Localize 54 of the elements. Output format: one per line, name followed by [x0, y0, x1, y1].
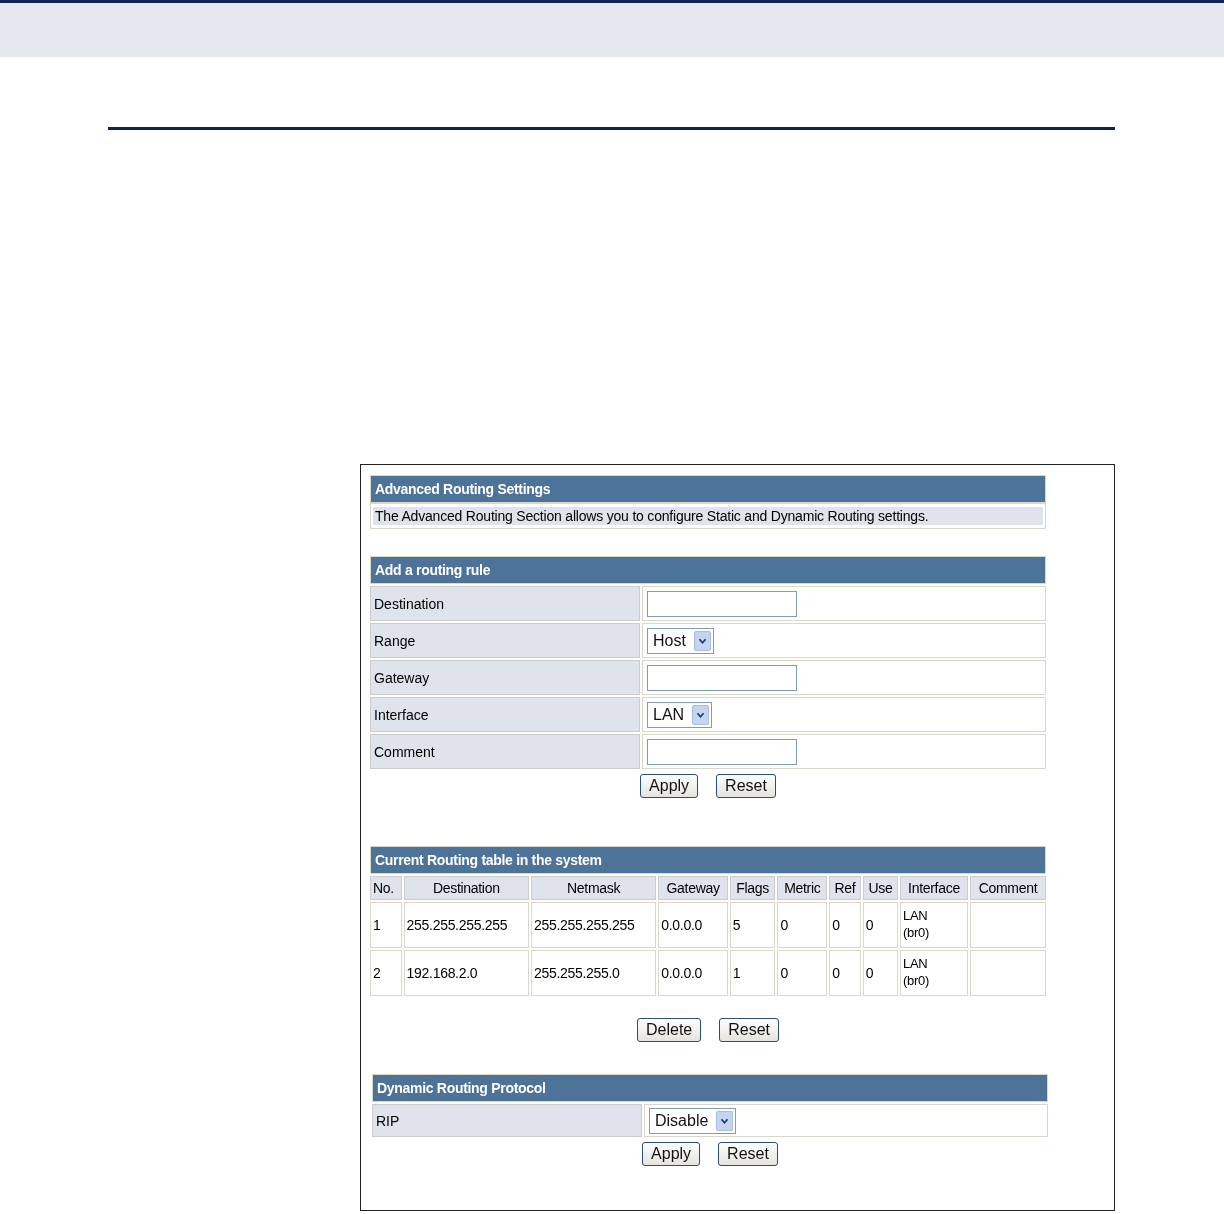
field-label: Interface: [370, 697, 640, 732]
form-button[interactable]: Reset: [716, 774, 776, 798]
field-label: Comment: [370, 734, 640, 769]
table-cell: 1: [370, 902, 402, 948]
table-cell: 0: [777, 902, 828, 948]
table-cell: 0: [862, 950, 899, 996]
field-label: RIP: [372, 1104, 642, 1137]
form-button[interactable]: Apply: [642, 1142, 701, 1166]
description-text: The Advanced Routing Section allows you to configure Static and Dynamic Routing settings.: [373, 507, 1043, 525]
form-button[interactable]: Reset: [718, 1142, 778, 1166]
column-header: Comment: [969, 876, 1046, 900]
field-label: Gateway: [370, 660, 640, 695]
table-cell: 255.255.255.255: [530, 902, 657, 948]
field-label: Destination: [370, 586, 640, 621]
table-cell: 255.255.255.255: [403, 902, 529, 948]
column-header: Flags: [729, 876, 776, 900]
column-header: Ref: [829, 876, 861, 900]
field-label: Range: [370, 623, 640, 658]
select-field[interactable]: LAN: [647, 701, 713, 728]
caret-icon: [692, 704, 710, 725]
select-field[interactable]: Host: [647, 627, 714, 654]
column-header: Destination: [403, 876, 529, 900]
table-cell: 0: [829, 902, 861, 948]
table-cell: 1: [729, 950, 776, 996]
table-cell: 0: [777, 950, 828, 996]
section-header: Advanced Routing Settings: [370, 475, 1046, 503]
form-button[interactable]: Apply: [640, 774, 699, 798]
select-field[interactable]: Disable: [649, 1107, 737, 1134]
table-cell: 192.168.2.0: [403, 950, 529, 996]
form-button[interactable]: Delete: [636, 1018, 702, 1042]
caret-icon: [716, 1110, 734, 1131]
table-cell: 2: [370, 950, 402, 996]
input-field[interactable]: [647, 590, 797, 617]
section-header: Dynamic Routing Protocol: [372, 1074, 1048, 1102]
caret-icon: [693, 630, 711, 651]
table-cell: 0.0.0.0: [658, 950, 728, 996]
table-cell: 0: [862, 902, 899, 948]
column-header: Interface: [900, 876, 968, 900]
input-field[interactable]: [647, 664, 797, 691]
table-cell: 255.255.255.0: [530, 950, 657, 996]
table-cell: 0: [829, 950, 861, 996]
column-header: Use: [862, 876, 899, 900]
section-header: Add a routing rule: [370, 556, 1046, 584]
input-field[interactable]: [647, 738, 797, 765]
section-header: Current Routing table in the system: [370, 846, 1046, 874]
table-cell: LAN (br0): [900, 902, 968, 948]
column-header: Netmask: [530, 876, 657, 900]
table-cell: 5: [729, 902, 776, 948]
column-header: No.: [370, 876, 402, 900]
form-button[interactable]: Reset: [719, 1018, 779, 1042]
table-cell: 0.0.0.0: [658, 902, 728, 948]
column-header: Metric: [777, 876, 828, 900]
table-cell: LAN (br0): [900, 950, 968, 996]
column-header: Gateway: [658, 876, 728, 900]
